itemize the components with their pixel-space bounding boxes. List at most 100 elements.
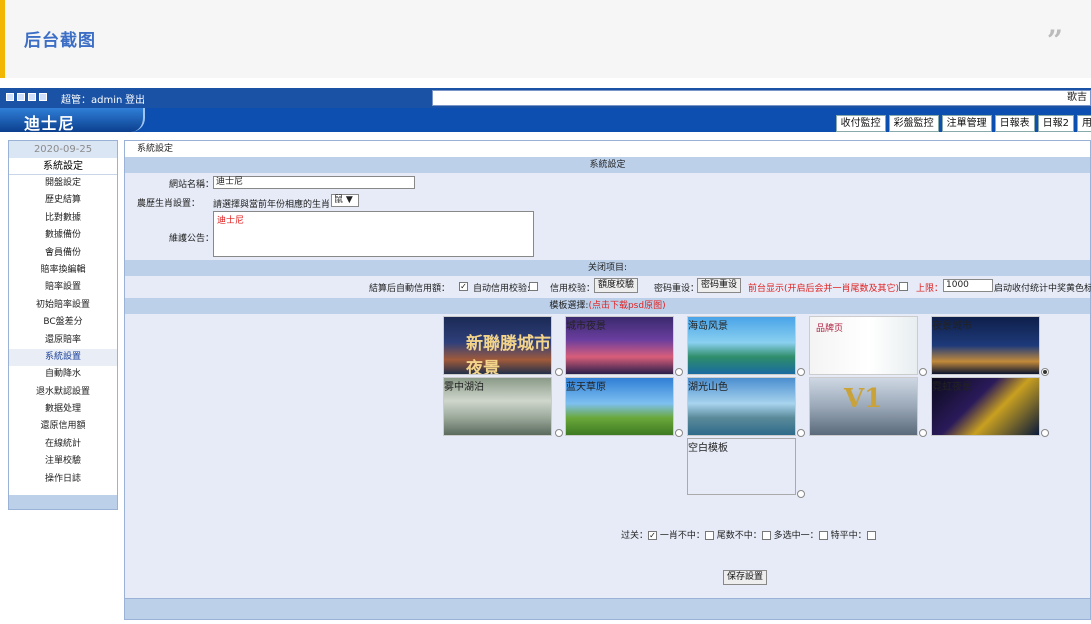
template-thumbnail[interactable]: V1 bbox=[809, 377, 918, 436]
top-bar: 超管：admin 登出 歌吉 bbox=[0, 88, 1091, 108]
credit-check-label: 信用校验： bbox=[550, 284, 596, 294]
breadcrumb: 系統設定 bbox=[125, 141, 1090, 157]
sidebar-item[interactable]: 開盤設定 bbox=[9, 175, 117, 192]
template-title: 新聯勝城市夜景 bbox=[466, 334, 551, 375]
template-radio[interactable] bbox=[1041, 429, 1049, 437]
pass-opt-4-label: 特平中： bbox=[830, 531, 867, 541]
site-name-input[interactable]: 迪士尼 bbox=[213, 176, 415, 189]
template-radio-selected[interactable] bbox=[1041, 368, 1049, 376]
sidebar-item[interactable]: 自動降水 bbox=[9, 366, 117, 383]
save-button[interactable]: 保存設置 bbox=[723, 570, 768, 585]
template-radio[interactable] bbox=[797, 368, 805, 376]
template-thumbnail[interactable]: 城市夜景 bbox=[565, 316, 674, 375]
site-name-label: 網站名稱： bbox=[169, 180, 215, 190]
auto-credit-label: 結算后自動信用額： bbox=[369, 284, 451, 294]
pass-opt-2-label: 尾数不中： bbox=[716, 531, 762, 541]
auto-check-checkbox[interactable] bbox=[529, 282, 538, 291]
template-thumbnail[interactable]: 海岛风景 bbox=[687, 316, 796, 375]
sidebar-item-active[interactable]: 系統設置 bbox=[9, 348, 117, 367]
pass-label: 过关： bbox=[621, 531, 649, 541]
template-radio[interactable] bbox=[555, 368, 563, 376]
sidebar-item[interactable]: 還原賠率 bbox=[9, 332, 117, 349]
template-thumbnail[interactable]: 夜景城市 bbox=[931, 316, 1040, 375]
sidebar-item[interactable]: 歷史結算 bbox=[9, 192, 117, 209]
pass-opt-4-checkbox[interactable] bbox=[866, 531, 876, 540]
nav-tab-users[interactable]: 用 bbox=[1077, 115, 1091, 132]
pass-opt-3-label: 多选中一： bbox=[773, 531, 819, 541]
nav-tab-daily-report-2[interactable]: 日報2 bbox=[1037, 115, 1074, 132]
pass-opt-2-checkbox[interactable] bbox=[761, 531, 771, 540]
zodiac-select[interactable]: 鼠 ▼ bbox=[331, 194, 359, 207]
header: 迪士尼 收付監控 彩盤監控 注單管理 日報表 日報2 用 bbox=[0, 108, 1091, 133]
template-thumbnail[interactable]: 雾中湖泊 bbox=[443, 377, 552, 436]
sidebar-section-title: 系統設定 bbox=[9, 158, 117, 175]
options-row: 結算后自動信用額： ✓ 自动信用校验: 信用校验： 額度校驗 密码重设： 密码重… bbox=[125, 276, 1091, 296]
template-thumbnail-blank[interactable]: 空白模板 bbox=[687, 438, 796, 495]
site-name-row: 網站名稱： 迪士尼 bbox=[125, 175, 1090, 193]
admin-app: 超管：admin 登出 歌吉 迪士尼 收付監控 彩盤監控 注單管理 日報表 日報… bbox=[0, 88, 1091, 624]
sidebar-item[interactable]: 退水默認設置 bbox=[9, 384, 117, 401]
template-radio[interactable] bbox=[797, 429, 805, 437]
download-psd-link[interactable]: (点击下载psd原图) bbox=[588, 301, 665, 311]
sidebar-item[interactable]: 還原信用額 bbox=[9, 418, 117, 435]
template-label: 模板選擇: bbox=[549, 301, 589, 311]
sidebar-item[interactable]: 賠率設置 bbox=[9, 279, 117, 296]
limit-label: 上限： bbox=[916, 284, 944, 294]
template-radio[interactable] bbox=[675, 368, 683, 376]
nav-tab-daily-report[interactable]: 日報表 bbox=[994, 115, 1035, 132]
sidebar-item[interactable]: 會員備份 bbox=[9, 245, 117, 262]
sidebar-item[interactable]: 數据处理 bbox=[9, 401, 117, 418]
notice-textarea[interactable]: 迪士尼 bbox=[213, 211, 534, 257]
template-header: 模板選擇:(点击下载psd原图) bbox=[125, 298, 1090, 314]
sidebar-item[interactable]: 賠率換編輯 bbox=[9, 262, 117, 279]
logo-text: 迪士尼 bbox=[24, 114, 76, 133]
pass-opt-1-checkbox[interactable] bbox=[704, 531, 714, 540]
logout-link[interactable]: 登出 bbox=[125, 91, 145, 106]
sidebar-item[interactable]: 比對數據 bbox=[9, 210, 117, 227]
template-radio[interactable] bbox=[919, 368, 927, 376]
notice-row: 維護公告： 迪士尼 bbox=[125, 210, 1090, 258]
sidebar-item[interactable]: 操作日誌 bbox=[9, 471, 117, 488]
credit-check-button[interactable]: 額度校驗 bbox=[594, 278, 639, 293]
sidebar-item[interactable]: 在線統計 bbox=[9, 436, 117, 453]
close-items-header: 关闭项目: bbox=[125, 260, 1090, 276]
template-thumbnail[interactable]: 新聯勝城市夜景 bbox=[443, 316, 552, 375]
password-reset-button[interactable]: 密码重设 bbox=[697, 278, 742, 293]
sidebar-item[interactable]: 注單校驗 bbox=[9, 453, 117, 470]
sidebar-item[interactable]: BC盤差分 bbox=[9, 314, 117, 331]
auto-credit-checkbox[interactable]: ✓ bbox=[459, 282, 468, 291]
limit-input[interactable]: 1000 bbox=[943, 279, 993, 292]
zodiac-label: 農歷生肖設置： bbox=[137, 199, 201, 209]
template-title: V1 bbox=[844, 384, 883, 414]
marquee-text: 歌吉 bbox=[432, 90, 1091, 106]
pass-opt-1-label: 一肖不中： bbox=[659, 531, 705, 541]
pass-checkbox[interactable]: ✓ bbox=[648, 531, 658, 540]
nav-tab-bet-management[interactable]: 注單管理 bbox=[941, 115, 992, 132]
pass-options: 过关：✓ 一肖不中： 尾数不中： 多选中一： 特平中： bbox=[621, 528, 876, 541]
nav-tabs: 收付監控 彩盤監控 注單管理 日報表 日報2 用 bbox=[833, 115, 1091, 132]
template-radio[interactable] bbox=[919, 429, 927, 437]
pass-opt-3-checkbox[interactable] bbox=[818, 531, 828, 540]
auto-stat-label: 启动收付统计中奖黄色标 bbox=[994, 284, 1091, 294]
template-thumbnail[interactable]: 品牌页 bbox=[809, 316, 918, 375]
template-thumbnail[interactable]: 蓝天草原 bbox=[565, 377, 674, 436]
sidebar: 2020-09-25 系統設定 開盤設定 歷史結算 比對數據 數據備份 會員備份… bbox=[8, 140, 118, 510]
template-radio[interactable] bbox=[675, 429, 683, 437]
template-thumbnail[interactable]: 霓虹夜景 bbox=[931, 377, 1040, 436]
nav-tab-payment-monitor[interactable]: 收付監控 bbox=[835, 115, 886, 132]
admin-label: 超管：admin bbox=[61, 95, 123, 106]
template-thumbnail[interactable]: 湖光山色 bbox=[687, 377, 796, 436]
sidebar-item[interactable]: 初始賠率設置 bbox=[9, 297, 117, 314]
nav-tab-lottery-monitor[interactable]: 彩盤監控 bbox=[888, 115, 939, 132]
quote-bar: 后台截图 ” bbox=[0, 0, 1091, 78]
template-title: 品牌页 bbox=[816, 324, 844, 334]
front-display-checkbox[interactable] bbox=[899, 282, 908, 291]
template-radio[interactable] bbox=[555, 429, 563, 437]
logo: 迪士尼 bbox=[0, 108, 145, 133]
sidebar-item[interactable]: 數據備份 bbox=[9, 227, 117, 244]
window-square-icon bbox=[17, 93, 25, 101]
template-radio[interactable] bbox=[797, 490, 805, 498]
section-header: 系統設定 bbox=[125, 157, 1090, 173]
notice-label: 維護公告： bbox=[169, 234, 215, 244]
auto-check-label: 自动信用校验: bbox=[473, 284, 531, 294]
